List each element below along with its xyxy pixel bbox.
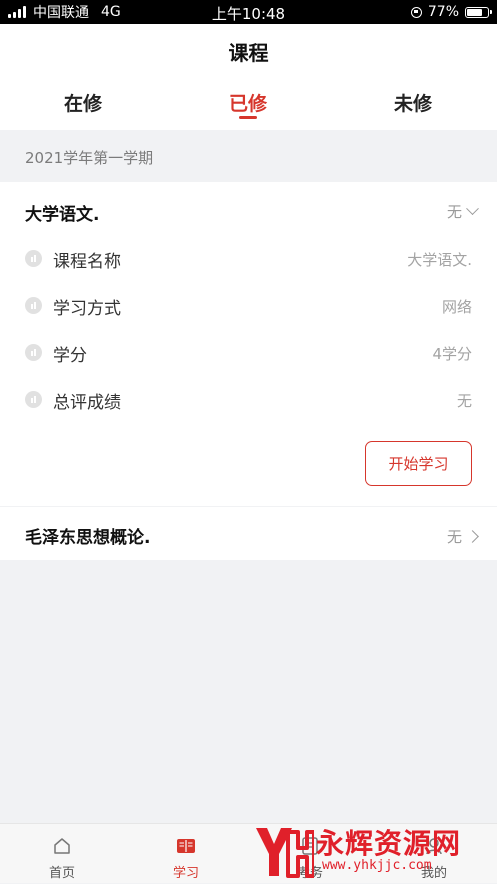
tabbar-label: 考务: [296, 866, 323, 881]
tabbar-label: 我的: [420, 866, 447, 881]
battery-fill: [467, 8, 482, 16]
bottom-tab-bar: 首页 学习 考务 我的: [0, 823, 497, 883]
detail-value: 无: [456, 392, 472, 410]
page-title: 课程: [228, 41, 269, 65]
detail-label: 课程名称: [53, 252, 121, 272]
detail-value: 大学语文.: [407, 251, 472, 269]
bar-chart-icon: [25, 297, 42, 314]
start-learning-button[interactable]: 开始学习: [365, 441, 472, 486]
user-icon: [426, 838, 442, 855]
detail-label: 总评成绩: [53, 393, 121, 413]
course-status-toggle[interactable]: 无: [446, 201, 479, 222]
course-status: 无: [446, 203, 462, 221]
bar-chart-icon: [25, 344, 42, 361]
course-card: 大学语文. 无 课程名称 大学语文. 学习方式 网络 学分 4学分 总评成绩 无…: [0, 182, 497, 506]
tabbar-item-home[interactable]: 首页: [0, 824, 124, 884]
status-right: 77%: [410, 0, 492, 24]
status-bar: 中国联通 4G 上午10:48 77%: [0, 0, 497, 24]
rotation-lock-icon: [410, 6, 422, 18]
tabbar-label: 学习: [172, 866, 199, 881]
tab-in-progress[interactable]: 在修: [64, 89, 102, 116]
bar-chart-icon: [25, 250, 42, 267]
course-card[interactable]: 毛泽东思想概论. 无: [0, 507, 497, 560]
book-icon: [177, 839, 195, 853]
course-status: 无: [446, 528, 462, 546]
tab-completed[interactable]: 已修: [229, 89, 267, 116]
course-title[interactable]: 大学语文.: [25, 200, 99, 225]
detail-row-credits: 学分 4学分: [25, 341, 472, 366]
detail-label: 学分: [53, 346, 87, 366]
detail-value: 网络: [441, 298, 472, 316]
detail-label: 学习方式: [53, 299, 121, 319]
header: 课程 在修 已修 未修: [0, 24, 497, 130]
tab-active-indicator: [239, 116, 257, 119]
semester-label: 2021学年第一学期: [25, 149, 154, 167]
tabbar-item-study[interactable]: 学习: [124, 824, 248, 884]
tabbar-item-profile[interactable]: 我的: [372, 824, 496, 884]
chevron-right-icon: [466, 530, 479, 543]
course-status-toggle[interactable]: 无: [446, 526, 479, 547]
detail-row-final-grade: 总评成绩 无: [25, 388, 472, 413]
chevron-down-icon: [466, 202, 479, 216]
detail-row-study-mode: 学习方式 网络: [25, 294, 472, 319]
exam-icon: [302, 837, 318, 855]
detail-row-course-name: 课程名称 大学语文.: [25, 247, 472, 272]
tabbar-label: 首页: [48, 866, 75, 881]
bar-chart-icon: [25, 391, 42, 408]
tabbar-item-exam[interactable]: 考务: [248, 824, 372, 884]
detail-value: 4学分: [432, 345, 472, 363]
battery-icon: [465, 6, 492, 18]
battery-percent: 77%: [427, 4, 459, 20]
tab-not-started[interactable]: 未修: [394, 89, 432, 116]
course-title[interactable]: 毛泽东思想概论.: [25, 523, 150, 548]
home-icon: [54, 838, 70, 854]
